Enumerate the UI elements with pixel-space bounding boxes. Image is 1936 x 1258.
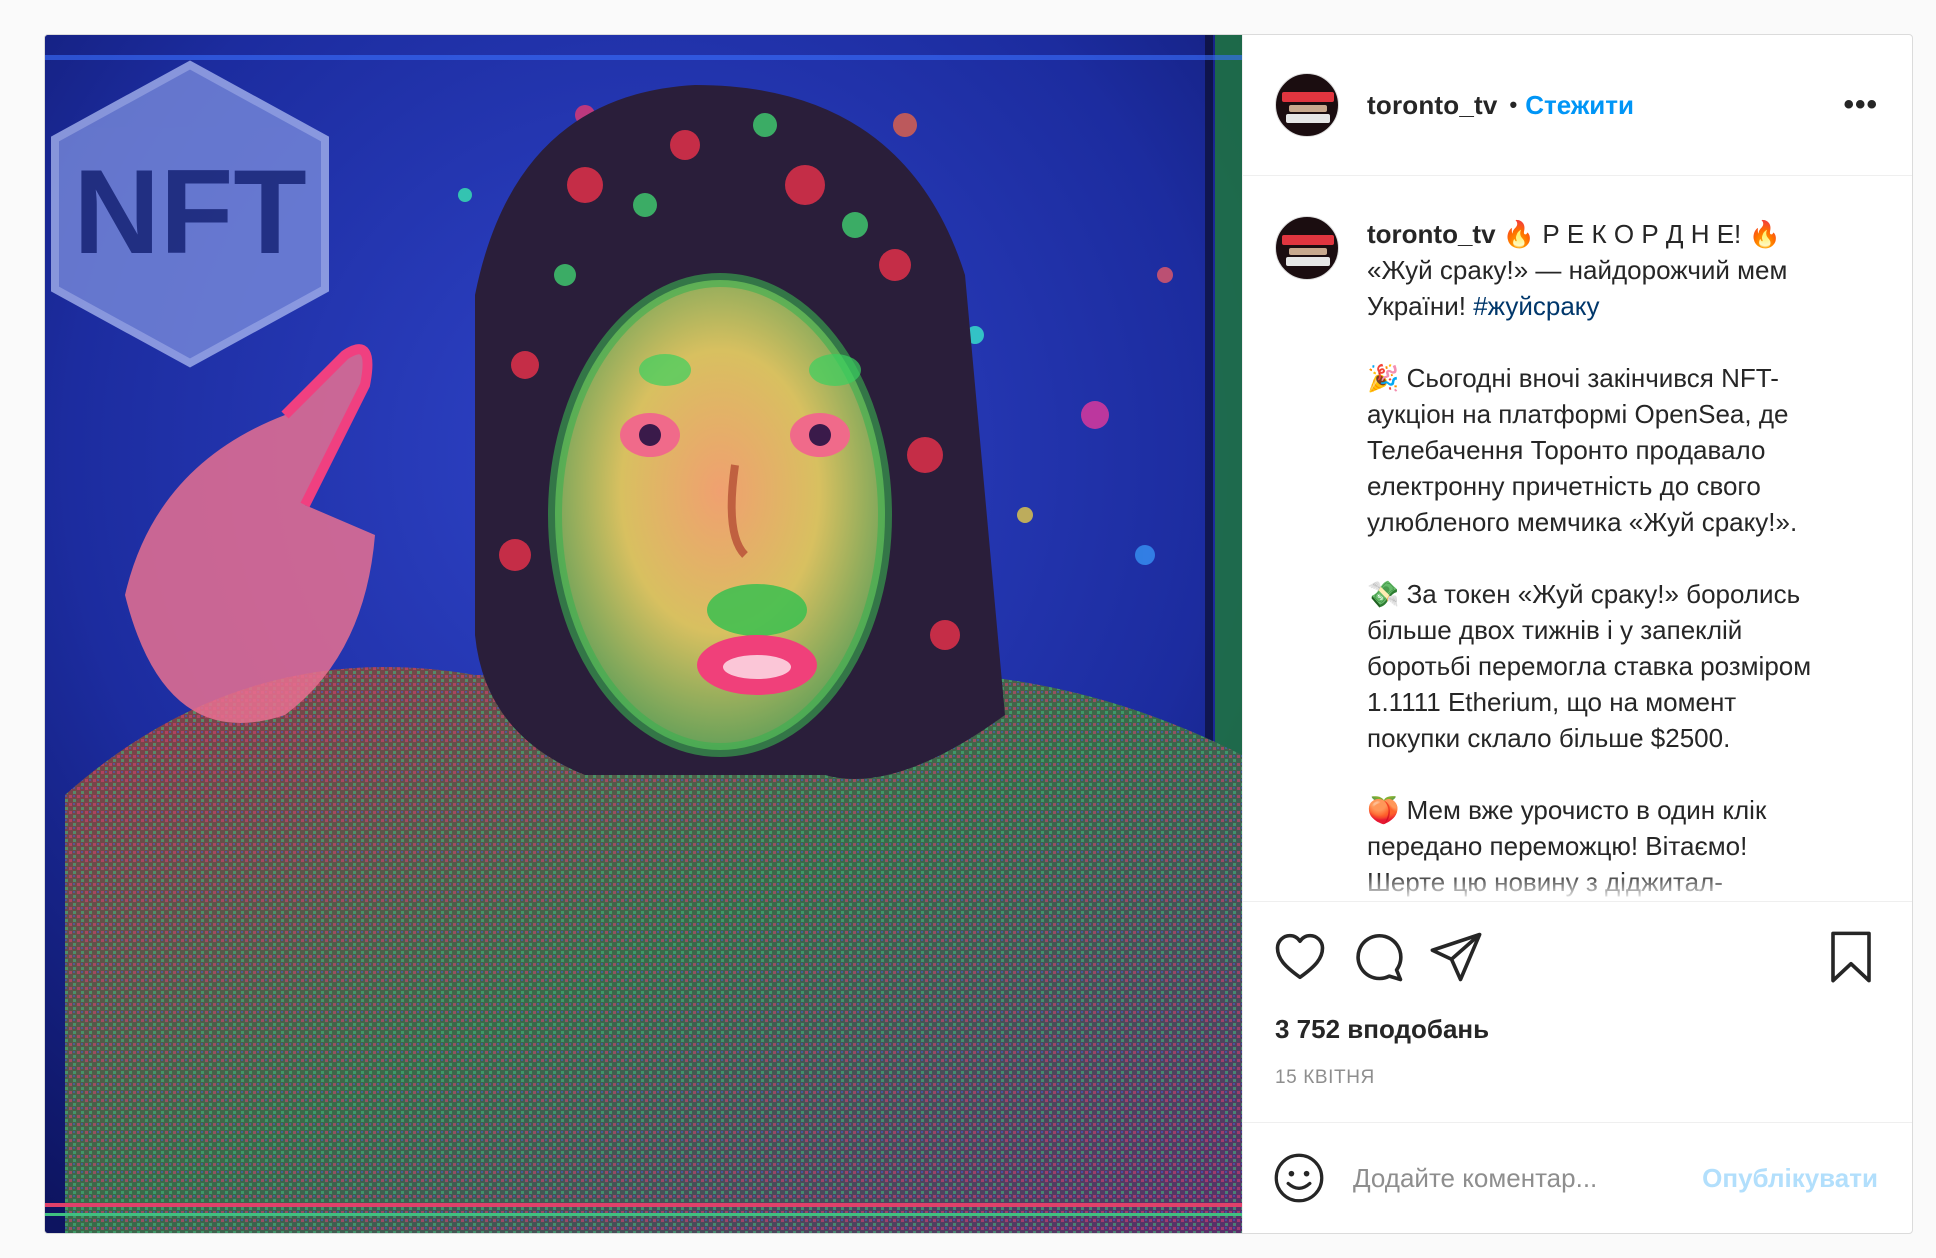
more-options-icon[interactable]: ••• <box>1843 90 1878 120</box>
post-image-art: NFT <box>45 35 1242 1233</box>
bookmark-icon[interactable] <box>1824 930 1878 984</box>
comment-input[interactable] <box>1353 1162 1703 1194</box>
caption-fade <box>1243 873 1912 901</box>
avatar[interactable] <box>1275 73 1339 137</box>
caption-avatar[interactable] <box>1275 216 1339 280</box>
post-date[interactable]: 15 квітня <box>1243 1045 1912 1089</box>
comment-bar: Опублікувати <box>1243 1122 1912 1233</box>
caption-body: 🎉 Сьогодні вночі закінчився NFT- аукціон… <box>1367 363 1812 897</box>
follow-button[interactable]: Стежити <box>1525 90 1634 121</box>
share-icon[interactable] <box>1429 930 1483 984</box>
action-bar <box>1243 902 1912 990</box>
caption-area[interactable]: toronto_tv 🔥 Р Е К О Р Д Н Е! 🔥 «Жуй сра… <box>1243 176 1912 902</box>
emoji-icon[interactable] <box>1273 1152 1325 1204</box>
nft-badge-text: NFT <box>73 145 306 279</box>
header-separator: • <box>1509 92 1518 117</box>
like-count[interactable]: 3 752 вподобань <box>1243 990 1912 1045</box>
comment-icon[interactable] <box>1351 930 1405 984</box>
post-header: toronto_tv • Стежити ••• <box>1243 35 1912 176</box>
instagram-post: NFT toronto_tv • Стежити ••• toronto_tv … <box>44 34 1913 1234</box>
caption-username[interactable]: toronto_tv <box>1367 219 1496 249</box>
post-side-panel: toronto_tv • Стежити ••• toronto_tv 🔥 Р … <box>1242 35 1912 1233</box>
post-image[interactable]: NFT <box>45 35 1242 1233</box>
caption: toronto_tv 🔥 Р Е К О Р Д Н Е! 🔥 «Жуй сра… <box>1243 176 1912 901</box>
caption-text: toronto_tv 🔥 Р Е К О Р Д Н Е! 🔥 «Жуй сра… <box>1367 216 1812 901</box>
header-username[interactable]: toronto_tv <box>1367 90 1498 121</box>
publish-button[interactable]: Опублікувати <box>1702 1163 1878 1194</box>
heart-icon[interactable] <box>1273 930 1327 984</box>
hashtag-link[interactable]: #жуйсраку <box>1473 291 1599 321</box>
